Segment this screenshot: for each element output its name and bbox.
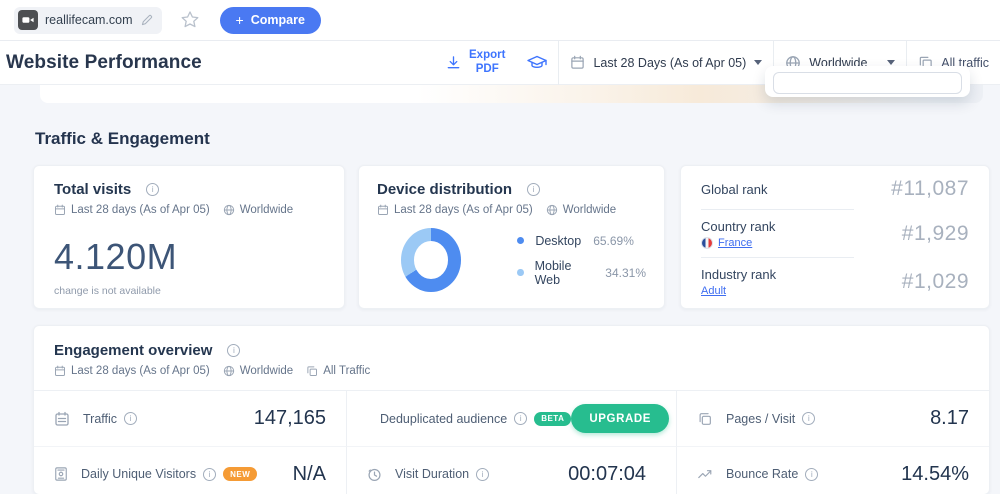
metric-pages-per-visit: Pages / Visit 8.17: [676, 391, 989, 446]
total-visits-note: change is not available: [54, 285, 324, 297]
compare-button[interactable]: + Compare: [220, 7, 321, 34]
total-visits-value: 4.120M: [54, 236, 324, 278]
scope-label: Worldwide: [240, 365, 293, 377]
globe-icon: [223, 204, 235, 216]
site-favicon: [18, 10, 38, 30]
graduation-cap-icon: [527, 55, 547, 70]
pages-per-visit-value: 8.17: [930, 407, 969, 430]
metric-visit-duration: Visit Duration 00:07:04: [346, 446, 676, 494]
domain-chip[interactable]: reallifecam.com: [14, 7, 162, 34]
plus-icon: +: [236, 12, 244, 28]
edit-pencil-icon[interactable]: [140, 14, 153, 27]
device-donut-chart: [401, 228, 461, 292]
ranks-card: Global rank #11,087 Country rank France …: [680, 165, 990, 309]
scope-label: Worldwide: [240, 204, 293, 216]
engagement-overview-card: Engagement overview Last 28 days (As of …: [33, 325, 990, 494]
metric-daily-unique-visitors: Daily Unique Visitors NEW N/A: [34, 446, 346, 494]
country-rank-row: Country rank France #1,929: [701, 210, 969, 258]
industry-rank-row: Industry rank Adult #1,029: [701, 258, 969, 306]
globe-icon: [546, 204, 558, 216]
industry-rank-value: #1,029: [902, 270, 969, 294]
geo-dropdown-popover[interactable]: [765, 66, 970, 97]
legend-item-mobile-web: Mobile Web 34.31%: [517, 259, 646, 287]
period-label: Last 28 days (As of Apr 05): [71, 365, 210, 377]
traffic-log-icon: [54, 411, 70, 427]
desktop-dot-icon: [517, 237, 524, 244]
total-visits-title: Total visits: [54, 181, 131, 198]
traffic-windows-icon: [306, 365, 318, 377]
domain-name: reallifecam.com: [45, 13, 133, 27]
info-icon[interactable]: [805, 468, 818, 481]
device-legend: Desktop 65.69% Mobile Web 34.31%: [517, 234, 646, 287]
calendar-icon: [54, 204, 66, 216]
upgrade-button[interactable]: UPGRADE: [571, 404, 669, 433]
new-badge: NEW: [223, 467, 257, 481]
device-distribution-title: Device distribution: [377, 181, 512, 198]
mobile-web-dot-icon: [517, 269, 523, 276]
engagement-metrics-grid: Traffic 147,165 Deduplicated audience BE…: [34, 390, 989, 494]
section-title: Traffic & Engagement: [35, 129, 210, 149]
metric-deduplicated-audience: Deduplicated audience BETA UPGRADE: [346, 391, 676, 446]
chevron-down-icon: [754, 60, 762, 65]
daily-unique-visitors-value: N/A: [293, 463, 326, 486]
date-range-selector[interactable]: Last 28 Days (As of Apr 05): [559, 41, 773, 84]
learn-academy-button[interactable]: [516, 41, 558, 84]
total-visits-card: Total visits Last 28 days (As of Apr 05)…: [33, 165, 345, 309]
traffic-value: 147,165: [254, 407, 326, 430]
period-label: Last 28 days (As of Apr 05): [71, 204, 210, 216]
page-title: Website Performance: [6, 52, 202, 74]
info-icon[interactable]: [124, 412, 137, 425]
legend-item-desktop: Desktop 65.69%: [517, 234, 646, 248]
country-rank-value: #1,929: [902, 222, 969, 246]
country-link[interactable]: France: [718, 237, 752, 249]
info-icon[interactable]: [227, 344, 240, 357]
calendar-icon: [54, 365, 66, 377]
metric-bounce-rate: Bounce Rate 14.54%: [676, 446, 989, 494]
pages-icon: [697, 411, 713, 427]
chevron-down-icon: [887, 60, 895, 65]
globe-icon: [223, 365, 235, 377]
top-bar: reallifecam.com + Compare: [0, 0, 1000, 41]
info-icon[interactable]: [527, 183, 540, 196]
favorite-star-icon[interactable]: [180, 10, 200, 30]
calendar-icon: [570, 55, 585, 70]
device-distribution-card: Device distribution Last 28 days (As of …: [358, 165, 665, 309]
beta-badge: BETA: [534, 412, 571, 426]
scope-label: Worldwide: [563, 204, 616, 216]
calendar-icon: [377, 204, 389, 216]
visit-duration-value: 00:07:04: [568, 463, 646, 486]
info-icon[interactable]: [146, 183, 159, 196]
info-icon[interactable]: [476, 468, 489, 481]
info-icon[interactable]: [802, 412, 815, 425]
visitor-card-icon: [54, 466, 68, 482]
industry-link[interactable]: Adult: [701, 285, 726, 297]
engagement-title: Engagement overview: [54, 342, 212, 359]
metric-traffic: Traffic 147,165: [34, 391, 346, 446]
bounce-rate-value: 14.54%: [901, 463, 969, 486]
clock-icon: [367, 467, 382, 482]
period-label: Last 28 days (As of Apr 05): [394, 204, 533, 216]
dropdown-search-input[interactable]: [773, 72, 962, 94]
global-rank-value: #11,087: [891, 177, 969, 201]
info-icon[interactable]: [203, 468, 216, 481]
bounce-trend-icon: [697, 467, 713, 481]
global-rank-row: Global rank #11,087: [701, 168, 969, 210]
france-flag-icon: [701, 237, 713, 249]
download-icon: [446, 55, 461, 70]
export-pdf-button[interactable]: Export PDF: [435, 41, 516, 84]
info-icon[interactable]: [514, 412, 527, 425]
traffic-scope-label: All Traffic: [323, 365, 370, 377]
